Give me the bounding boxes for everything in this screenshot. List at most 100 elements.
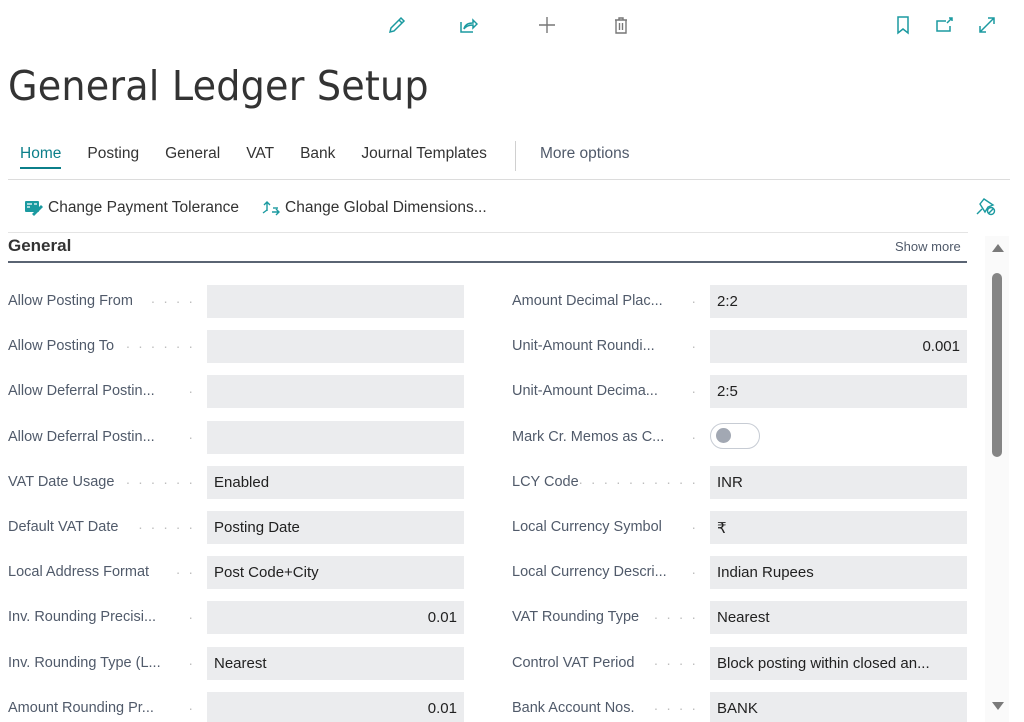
field-label: Local Currency Symbol — [512, 519, 662, 535]
field-row: Local Address Format · · Post Code+City — [8, 556, 464, 589]
toggle-knob — [716, 428, 731, 443]
field-row: Default VAT Date · · · · · Posting Date — [8, 511, 464, 544]
field-input[interactable] — [207, 285, 464, 318]
field-input[interactable]: 2:2 — [710, 285, 967, 318]
field-input[interactable]: Enabled — [207, 466, 464, 499]
field-row: Unit-Amount Roundi... · 0.001 — [512, 330, 967, 363]
edit-icon[interactable] — [386, 14, 408, 36]
tab-home[interactable]: Home — [20, 145, 62, 169]
field-label: Allow Posting From — [8, 293, 133, 309]
change-payment-tolerance-label: Change Payment Tolerance — [48, 199, 240, 216]
field-leader-dots: · · · · · · · · · · · — [565, 474, 698, 490]
actions-divider — [8, 232, 968, 233]
field-leader-dots: · — [188, 700, 195, 716]
expand-icon[interactable] — [976, 14, 998, 36]
new-icon[interactable] — [536, 14, 558, 36]
field-label: Control VAT Period — [512, 655, 635, 671]
scroll-up-arrow-icon[interactable] — [992, 244, 1004, 252]
delete-icon[interactable] — [610, 14, 632, 36]
field-leader-dots: · · — [175, 564, 195, 580]
field-input[interactable] — [207, 421, 464, 454]
field-label: Allow Posting To — [8, 338, 115, 354]
field-leader-dots: · · · · · · — [125, 474, 195, 490]
field-row: Control VAT Period · · · · Block posting w… — [512, 647, 967, 680]
field-label: Mark Cr. Memos as C... — [512, 429, 665, 445]
section-divider — [8, 261, 967, 263]
field-label: Allow Deferral Postin... — [8, 383, 155, 399]
field-input[interactable]: Block posting within closed an... — [710, 647, 967, 680]
field-leader-dots: · — [691, 383, 698, 399]
field-input[interactable]: 0.01 — [207, 692, 464, 722]
action-bar: Change Payment Tolerance Change Global D… — [24, 197, 509, 219]
field-input[interactable]: INR — [710, 466, 967, 499]
field-row: Local Currency Symbol · ₹ — [512, 511, 967, 544]
field-leader-dots: · — [188, 655, 195, 671]
field-leader-dots: · · · · — [150, 293, 195, 309]
page-title: General Ledger Setup — [8, 62, 429, 110]
field-row: VAT Rounding Type · · · · Nearest — [512, 601, 967, 634]
field-input[interactable]: ₹ — [710, 511, 967, 544]
field-label: Default VAT Date — [8, 519, 119, 535]
field-label: Amount Decimal Plac... — [512, 293, 663, 309]
bookmark-icon[interactable] — [892, 14, 914, 36]
tab-bank[interactable]: Bank — [300, 145, 335, 167]
field-input[interactable]: 2:5 — [710, 375, 967, 408]
page-toolbar — [0, 0, 1024, 48]
field-leader-dots: · — [691, 519, 698, 535]
field-input[interactable]: 0.01 — [207, 601, 464, 634]
field-row: LCY Code · · · · · · · · · · · INR — [512, 466, 967, 499]
field-label: VAT Rounding Type — [512, 609, 640, 625]
tab-posting[interactable]: Posting — [87, 145, 139, 167]
scrollbar-thumb[interactable] — [992, 273, 1002, 457]
field-row: Allow Deferral Postin... · — [8, 421, 464, 454]
tab-general[interactable]: General — [165, 145, 220, 167]
more-options-button[interactable]: More options — [540, 145, 630, 167]
field-leader-dots: · · · · — [653, 655, 698, 671]
tab-vat[interactable]: VAT — [246, 145, 274, 167]
field-label: Inv. Rounding Type (L... — [8, 655, 161, 671]
field-leader-dots: · — [691, 564, 698, 580]
global-dimensions-icon — [262, 201, 281, 216]
field-row: Allow Posting To · · · · · · — [8, 330, 464, 363]
field-leader-dots: · · · · — [653, 609, 698, 625]
field-toggle[interactable] — [710, 423, 760, 449]
field-input[interactable]: BANK — [710, 692, 967, 722]
field-label: Local Currency Descri... — [512, 564, 667, 580]
field-label: VAT Date Usage — [8, 474, 115, 490]
pin-actions-icon[interactable] — [975, 195, 997, 217]
field-label: Amount Rounding Pr... — [8, 700, 154, 716]
change-payment-tolerance-button[interactable]: Change Payment Tolerance — [24, 199, 239, 217]
share-icon[interactable] — [457, 14, 479, 36]
field-input[interactable]: Indian Rupees — [710, 556, 967, 589]
field-row: VAT Date Usage · · · · · · Enabled — [8, 466, 464, 499]
field-row: Amount Rounding Pr... · 0.01 — [8, 692, 464, 722]
payment-tolerance-icon — [25, 201, 43, 216]
field-input[interactable]: Nearest — [710, 601, 967, 634]
scroll-down-arrow-icon[interactable] — [992, 702, 1004, 710]
field-row: Allow Deferral Postin... · — [8, 375, 464, 408]
show-more-link[interactable]: Show more — [895, 239, 961, 254]
field-input[interactable]: 0.001 — [710, 330, 967, 363]
field-input[interactable]: Posting Date — [207, 511, 464, 544]
field-leader-dots: · — [188, 429, 195, 445]
field-row: Local Currency Descri... · Indian Rupees — [512, 556, 967, 589]
field-row: Mark Cr. Memos as C... · — [512, 421, 967, 454]
open-new-window-icon[interactable] — [933, 14, 955, 36]
tab-journal-templates[interactable]: Journal Templates — [361, 145, 487, 167]
field-leader-dots: · — [691, 293, 698, 309]
change-global-dimensions-button[interactable]: Change Global Dimensions... — [261, 199, 487, 217]
field-row: Unit-Amount Decima... · 2:5 — [512, 375, 967, 408]
field-input[interactable]: Post Code+City — [207, 556, 464, 589]
field-label: Inv. Rounding Precisi... — [8, 609, 157, 625]
field-leader-dots: · — [188, 609, 195, 625]
field-row: Amount Decimal Plac... · 2:2 — [512, 285, 967, 318]
field-leader-dots: · — [691, 338, 698, 354]
scrollbar[interactable] — [985, 236, 1009, 722]
field-input[interactable] — [207, 330, 464, 363]
tab-divider — [514, 141, 516, 171]
field-label: Local Address Format — [8, 564, 150, 580]
field-input[interactable]: Nearest — [207, 647, 464, 680]
field-row: Inv. Rounding Type (L... · Nearest — [8, 647, 464, 680]
tabs-divider — [8, 179, 1010, 180]
field-input[interactable] — [207, 375, 464, 408]
